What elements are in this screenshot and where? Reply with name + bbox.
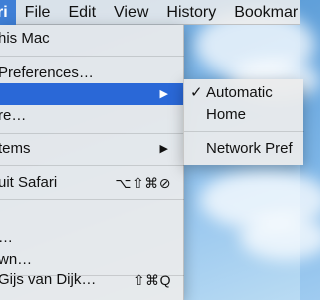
menu-item-store[interactable]: re… bbox=[0, 105, 184, 127]
menubar-view[interactable]: View bbox=[105, 0, 157, 25]
menu-item-shut-down[interactable]: wn… bbox=[0, 249, 184, 271]
submenu-item-automatic[interactable]: ✓ Automatic bbox=[184, 82, 304, 104]
keyboard-shortcut: ⇧⌘Q bbox=[132, 272, 171, 288]
keyboard-shortcut: ⌥⇧⌘⊘ bbox=[115, 175, 171, 191]
submenu-item-label: Network Pref bbox=[206, 140, 293, 157]
menu-item-label: Gijs van Dijk… bbox=[0, 271, 97, 288]
menu-item-label: uit Safari bbox=[0, 174, 58, 191]
menu-separator bbox=[0, 56, 184, 57]
location-submenu: ✓ Automatic Home Network Pref bbox=[183, 79, 304, 165]
cloud-shape bbox=[240, 215, 320, 260]
submenu-item-network-preferences[interactable]: Network Pref bbox=[184, 138, 304, 160]
submenu-arrow-icon: ▶ bbox=[159, 88, 168, 100]
menu-item-label: wn… bbox=[0, 251, 33, 268]
menu-item-log-out[interactable]: Gijs van Dijk… ⇧⌘Q bbox=[0, 269, 184, 291]
menu-item-sleep[interactable] bbox=[0, 205, 184, 227]
menu-item-label: re… bbox=[0, 107, 27, 124]
menu-item-label: his Mac bbox=[0, 30, 50, 47]
submenu-item-label: Home bbox=[206, 106, 247, 123]
menu-separator bbox=[0, 199, 184, 200]
menu-separator bbox=[0, 165, 184, 166]
menubar-edit[interactable]: Edit bbox=[59, 0, 105, 25]
menu-item-recent-items[interactable]: tems ▶ bbox=[0, 138, 184, 160]
menu-item-about-this-mac[interactable]: his Mac bbox=[0, 28, 184, 50]
menu-item-label: tems bbox=[0, 140, 31, 157]
menu-separator bbox=[184, 131, 304, 132]
menu-item-location[interactable]: ▶ bbox=[0, 83, 184, 105]
menu-item-preferences[interactable]: Preferences… bbox=[0, 62, 184, 84]
menu-separator bbox=[0, 133, 184, 134]
app-dropdown-menu: his Mac Preferences… ▶ re… tems ▶ uit Sa… bbox=[0, 25, 184, 300]
submenu-arrow-icon: ▶ bbox=[159, 143, 168, 155]
menubar-bookmarks[interactable]: Bookmar bbox=[225, 0, 307, 25]
menu-item-label: Preferences… bbox=[0, 64, 94, 81]
menubar-app-menu[interactable]: ri bbox=[0, 0, 16, 25]
menu-item-force-quit[interactable]: uit Safari ⌥⇧⌘⊘ bbox=[0, 172, 184, 194]
checkmark-icon: ✓ bbox=[190, 84, 203, 101]
menubar-history[interactable]: History bbox=[157, 0, 225, 25]
menu-item-label: … bbox=[0, 227, 13, 249]
menu-bar: ri File Edit View History Bookmar bbox=[0, 0, 300, 25]
submenu-item-label: Automatic bbox=[206, 84, 273, 101]
menu-item-restart[interactable]: … bbox=[0, 227, 184, 249]
menubar-file[interactable]: File bbox=[16, 0, 60, 25]
submenu-item-home[interactable]: Home bbox=[184, 104, 304, 126]
